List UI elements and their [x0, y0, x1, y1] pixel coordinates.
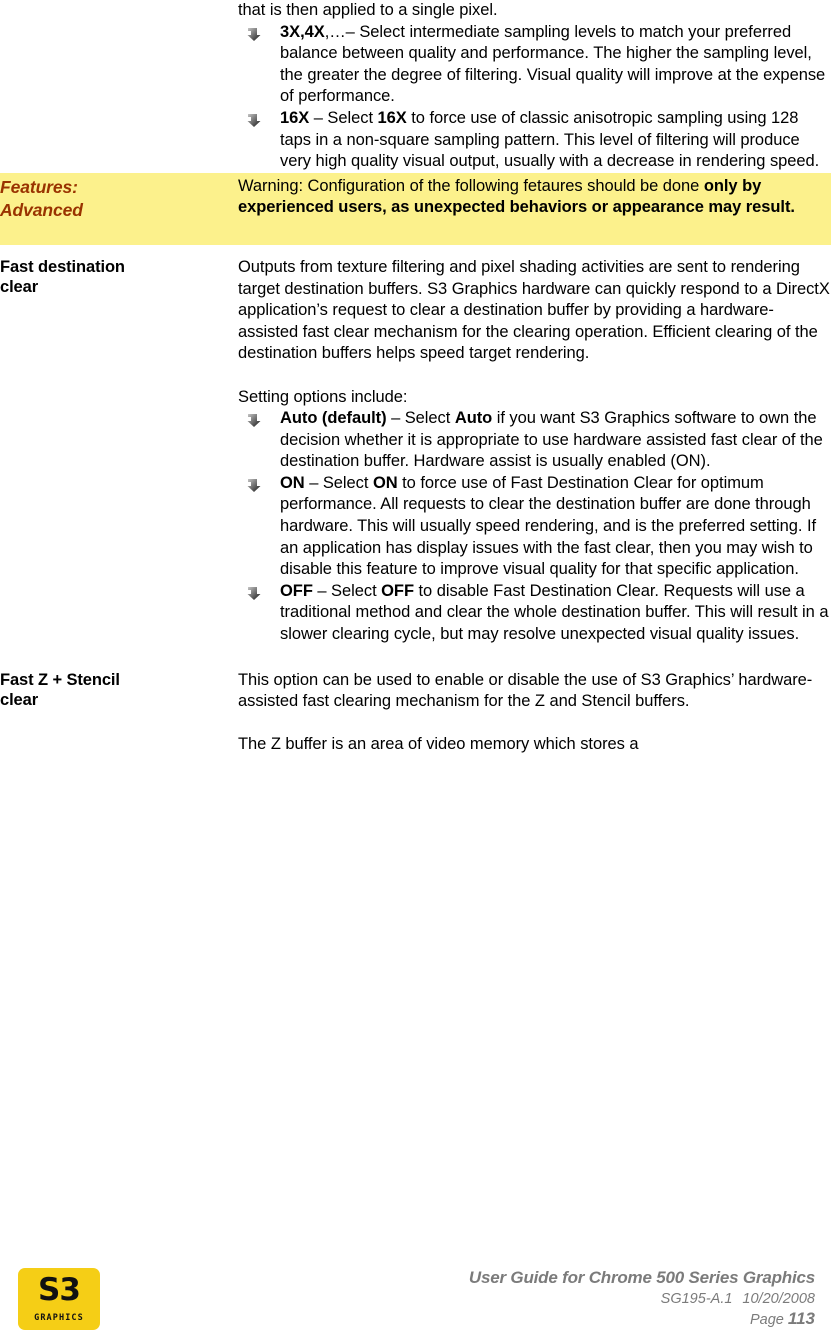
option-text: – Select	[386, 409, 455, 428]
fzs-paragraph-2: The Z buffer is an area of video memory …	[238, 735, 639, 754]
row-label-fast-destination-clear: Fast destination clear	[0, 245, 238, 646]
list-item: ON – Select ON to force use of Fast Dest…	[238, 473, 831, 581]
logo-subtext: GRAPHICS	[34, 1313, 84, 1323]
footer-page-label: Page	[749, 1312, 784, 1328]
option-description: ,…– Select intermediate sampling levels …	[280, 22, 826, 106]
settings-table: that is then applied to a single pixel.	[0, 0, 831, 756]
table-row-fast-z-stencil-clear: Fast Z + Stencil clear This option can b…	[0, 646, 831, 756]
features-label-line1: Features:	[0, 176, 78, 197]
fzs-paragraph-1: This option can be used to enable or dis…	[238, 670, 813, 711]
continued-paragraph: that is then applied to a single pixel.	[238, 1, 498, 19]
fdc-label-line2: clear	[0, 277, 39, 296]
footer-revision-line: SG195-A.1 10/20/2008	[469, 1289, 815, 1309]
option-emphasis: 16X	[377, 108, 407, 127]
s3-graphics-logo: S3 GRAPHICS	[18, 1268, 100, 1330]
option-text: – Select	[304, 473, 373, 492]
footer-title: User Guide for Chrome 500 Series Graphic…	[468, 1268, 815, 1287]
option-keyword: ON	[280, 473, 305, 492]
fdc-label-line1: Fast destination	[0, 257, 125, 276]
row-label-empty	[0, 0, 238, 173]
warning-paragraph: Warning: Configuration of the following …	[238, 176, 831, 219]
warning-text-normal: Warning: Configuration of the following …	[238, 176, 704, 195]
option-keyword: OFF	[280, 581, 313, 600]
row-label-fast-z-stencil-clear: Fast Z + Stencil clear	[0, 646, 238, 756]
body-top-gap	[238, 646, 831, 670]
features-label-line2: Advanced	[0, 199, 83, 220]
arrow-bullet-icon	[246, 585, 263, 601]
arrow-bullet-icon	[246, 477, 263, 493]
row-body-fast-z-stencil-clear: This option can be used to enable or dis…	[238, 646, 831, 756]
option-keyword: Auto (default)	[280, 409, 387, 428]
footer-revision: SG195-A.1	[660, 1291, 733, 1307]
option-keyword: 16X	[280, 108, 310, 127]
fdc-paragraph-2: Setting options include:	[238, 387, 408, 406]
table-row-fast-destination-clear: Fast destination clear Outputs from text…	[0, 245, 831, 646]
footer-page-number: 113	[787, 1309, 815, 1328]
row-body-continued: that is then applied to a single pixel.	[238, 0, 831, 173]
footer-page-line: Page 113	[469, 1309, 815, 1330]
page-footer: S3 GRAPHICS User Guide for Chrome 500 Se…	[0, 1259, 831, 1335]
paragraph-spacer	[238, 365, 831, 387]
arrow-bullet-icon	[246, 112, 263, 128]
label-top-gap	[0, 646, 238, 670]
fzs-label-line2: clear	[0, 690, 39, 709]
footer-date: 10/20/2008	[742, 1291, 815, 1307]
option-keyword: 3X,4X	[280, 22, 325, 41]
fzs-label-line1: Fast Z + Stencil	[0, 670, 120, 689]
label-top-gap	[0, 245, 238, 257]
row-body-warning: Warning: Configuration of the following …	[238, 172, 831, 245]
option-text: – Select	[309, 108, 378, 127]
row-label-features-advanced: Features: Advanced	[0, 172, 238, 245]
option-text: – Select	[312, 581, 382, 600]
fdc-options-list: Auto (default) – Select Auto if you want…	[238, 408, 831, 646]
option-emphasis: Auto	[454, 409, 493, 428]
document-page: that is then applied to a single pixel.	[0, 0, 831, 1335]
sampling-options-list: 3X,4X,…– Select intermediate sampling le…	[238, 22, 831, 173]
option-emphasis: OFF	[381, 581, 414, 600]
table-row-warning: Features: Advanced Warning: Configuratio…	[0, 172, 831, 245]
row-body-fast-destination-clear: Outputs from texture filtering and pixel…	[238, 245, 831, 646]
arrow-bullet-icon	[246, 26, 263, 42]
arrow-bullet-icon	[246, 412, 263, 428]
paragraph-spacer	[238, 713, 831, 735]
option-emphasis: ON	[372, 473, 398, 492]
footer-text-block: User Guide for Chrome 500 Series Graphic…	[469, 1267, 815, 1330]
body-top-gap	[238, 245, 831, 257]
fdc-paragraph-1: Outputs from texture filtering and pixel…	[238, 257, 830, 363]
list-item: Auto (default) – Select Auto if you want…	[238, 408, 831, 473]
list-item: 3X,4X,…– Select intermediate sampling le…	[238, 22, 831, 108]
list-item: OFF – Select OFF to disable Fast Destina…	[238, 581, 831, 646]
table-row: that is then applied to a single pixel.	[0, 0, 831, 173]
logo-wordmark: S3	[38, 1272, 81, 1308]
list-item: 16X – Select 16X to force use of classic…	[238, 108, 831, 173]
